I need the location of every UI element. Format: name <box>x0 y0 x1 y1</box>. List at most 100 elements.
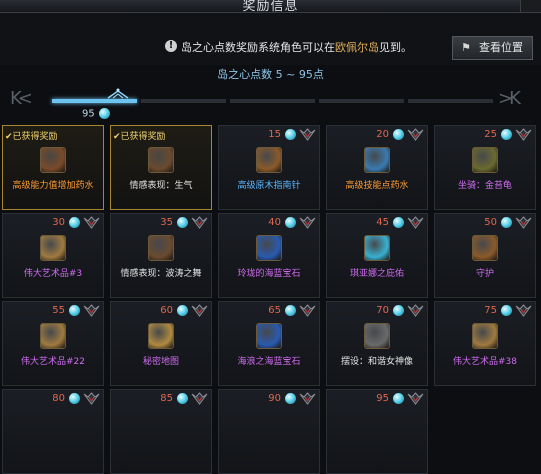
reward-cell[interactable]: 90 <box>218 389 320 474</box>
reward-cell[interactable]: 80 <box>2 389 104 474</box>
reward-item-name: 伟大艺术品#38 <box>453 357 517 367</box>
reward-item-name: 秘密地图 <box>142 357 179 367</box>
flag-icon: ⚑ <box>461 41 471 54</box>
reward-cell[interactable]: 85 <box>110 389 212 474</box>
view-location-label: 查看位置 <box>479 41 523 54</box>
progress-marker-icon <box>107 88 129 99</box>
reward-cell-header: 55 <box>3 302 103 320</box>
reward-item-name: 琪亚娜之庇佑 <box>349 269 404 279</box>
window-titlebar: 奖励信息 <box>0 0 541 14</box>
reward-cell[interactable]: 60 秘密地图 <box>110 301 212 386</box>
reward-cell[interactable]: 35 情感表现：波涛之舞 <box>110 213 212 298</box>
island-heart-emblem-icon <box>191 392 208 405</box>
reward-item-icon[interactable] <box>472 147 498 173</box>
island-heart-gem-icon <box>393 217 404 228</box>
island-heart-emblem-icon <box>299 304 316 317</box>
reward-item-icon[interactable] <box>256 323 282 349</box>
reward-item-name: 伟大艺术品#22 <box>21 357 85 367</box>
island-heart-emblem-icon <box>191 216 208 229</box>
info-location-highlight: 欧佩尔岛 <box>335 41 379 54</box>
island-heart-emblem-icon <box>299 216 316 229</box>
reward-item-icon[interactable] <box>364 235 390 261</box>
last-page-arrow-icon[interactable]: >K <box>498 88 521 109</box>
island-heart-emblem-icon <box>299 392 316 405</box>
island-heart-emblem-icon <box>515 216 532 229</box>
reward-cell-header: 35 <box>111 214 211 232</box>
reward-cost: 45 <box>376 217 389 228</box>
reward-item-icon[interactable] <box>148 147 174 173</box>
info-text-before: 岛之心点数奖励系统角色可以在 <box>181 41 335 54</box>
reward-item-icon[interactable] <box>256 147 282 173</box>
reward-cost: 50 <box>484 217 497 228</box>
reward-cost: 65 <box>268 305 281 316</box>
reward-cell[interactable]: 30 伟大艺术品#3 <box>2 213 104 298</box>
reward-item-name: 伟大艺术品#3 <box>23 269 83 279</box>
reward-cost: 55 <box>52 305 65 316</box>
reward-cell[interactable]: ✔已获得奖励情感表现：生气 <box>110 125 212 210</box>
reward-cost: 90 <box>268 393 281 404</box>
current-points: 95 <box>82 108 110 120</box>
reward-cell-header: 45 <box>327 214 427 232</box>
reward-item-icon[interactable] <box>148 235 174 261</box>
close-button[interactable] <box>520 0 541 12</box>
island-heart-emblem-icon <box>407 128 424 141</box>
reward-item-name: 摆设：和谐女神像 <box>340 357 413 367</box>
current-points-value: 95 <box>82 108 95 120</box>
reward-cell-header: 85 <box>111 390 211 408</box>
reward-item-icon[interactable] <box>364 147 390 173</box>
reward-item-icon[interactable] <box>472 323 498 349</box>
reward-cost: 95 <box>376 393 389 404</box>
reward-cell[interactable]: 70 摆设：和谐女神像 <box>326 301 428 386</box>
reward-cell[interactable]: 15 高级原木指南针 <box>218 125 320 210</box>
reward-item-icon[interactable] <box>364 323 390 349</box>
claimed-tag: ✔已获得奖励 <box>5 132 58 142</box>
progress-segment <box>408 99 493 103</box>
info-text-after: 见到。 <box>379 41 412 54</box>
reward-item-name: 玲珑的海蓝宝石 <box>237 269 301 279</box>
reward-item-icon[interactable] <box>40 235 66 261</box>
first-page-arrow-icon[interactable]: K< <box>10 88 33 109</box>
reward-cell[interactable]: 75 伟大艺术品#38 <box>434 301 536 386</box>
reward-cell[interactable]: 40 玲珑的海蓝宝石 <box>218 213 320 298</box>
reward-cell[interactable]: 50 守护 <box>434 213 536 298</box>
reward-cell[interactable]: 25 坐骑：金苔龟 <box>434 125 536 210</box>
reward-item-name: 情感表现：生气 <box>129 181 193 191</box>
island-heart-gem-icon <box>501 129 512 140</box>
island-heart-emblem-icon <box>83 216 100 229</box>
island-heart-gem-icon <box>393 129 404 140</box>
reward-item-icon[interactable] <box>40 147 66 173</box>
reward-cell[interactable]: ✔已获得奖励 高级能力值增加药水 <box>2 125 104 210</box>
reward-cell-header: 60 <box>111 302 211 320</box>
reward-cell-header: 15 <box>219 126 319 144</box>
reward-item-name: 高级技能点药水 <box>345 181 409 191</box>
reward-cost: 75 <box>484 305 497 316</box>
island-heart-gem-icon <box>177 305 188 316</box>
island-heart-emblem-icon <box>191 304 208 317</box>
reward-item-icon[interactable] <box>40 323 66 349</box>
reward-item-icon[interactable] <box>472 235 498 261</box>
reward-item-icon[interactable] <box>256 235 282 261</box>
reward-cell[interactable]: 65 海浪之海蓝宝石 <box>218 301 320 386</box>
reward-cost: 60 <box>160 305 173 316</box>
view-location-button[interactable]: ⚑ 查看位置 <box>452 36 533 60</box>
island-heart-emblem-icon <box>407 392 424 405</box>
reward-item-name: 坐骑：金苔龟 <box>457 181 512 191</box>
reward-cost: 70 <box>376 305 389 316</box>
reward-item-icon[interactable] <box>148 323 174 349</box>
island-heart-gem-icon <box>285 129 296 140</box>
points-range-label: 岛之心点数 5 ~ 95点 <box>217 68 324 81</box>
reward-cell-header: 25 <box>435 126 535 144</box>
reward-cell-header: ✔已获得奖励 <box>111 126 211 144</box>
island-heart-gem-icon <box>69 305 80 316</box>
reward-cell-header: 95 <box>327 390 427 408</box>
reward-cell[interactable]: 20 高级技能点药水 <box>326 125 428 210</box>
progress-segment <box>230 99 315 103</box>
reward-cell[interactable]: 55 伟大艺术品#22 <box>2 301 104 386</box>
reward-cell[interactable]: 45 琪亚娜之庇佑 <box>326 213 428 298</box>
reward-cell[interactable]: 95 <box>326 389 428 474</box>
reward-cell-header: 40 <box>219 214 319 232</box>
progress-segment <box>141 99 226 103</box>
reward-cost: 25 <box>484 129 497 140</box>
reward-cell-header: 65 <box>219 302 319 320</box>
reward-item-name: 高级原木指南针 <box>237 181 301 191</box>
